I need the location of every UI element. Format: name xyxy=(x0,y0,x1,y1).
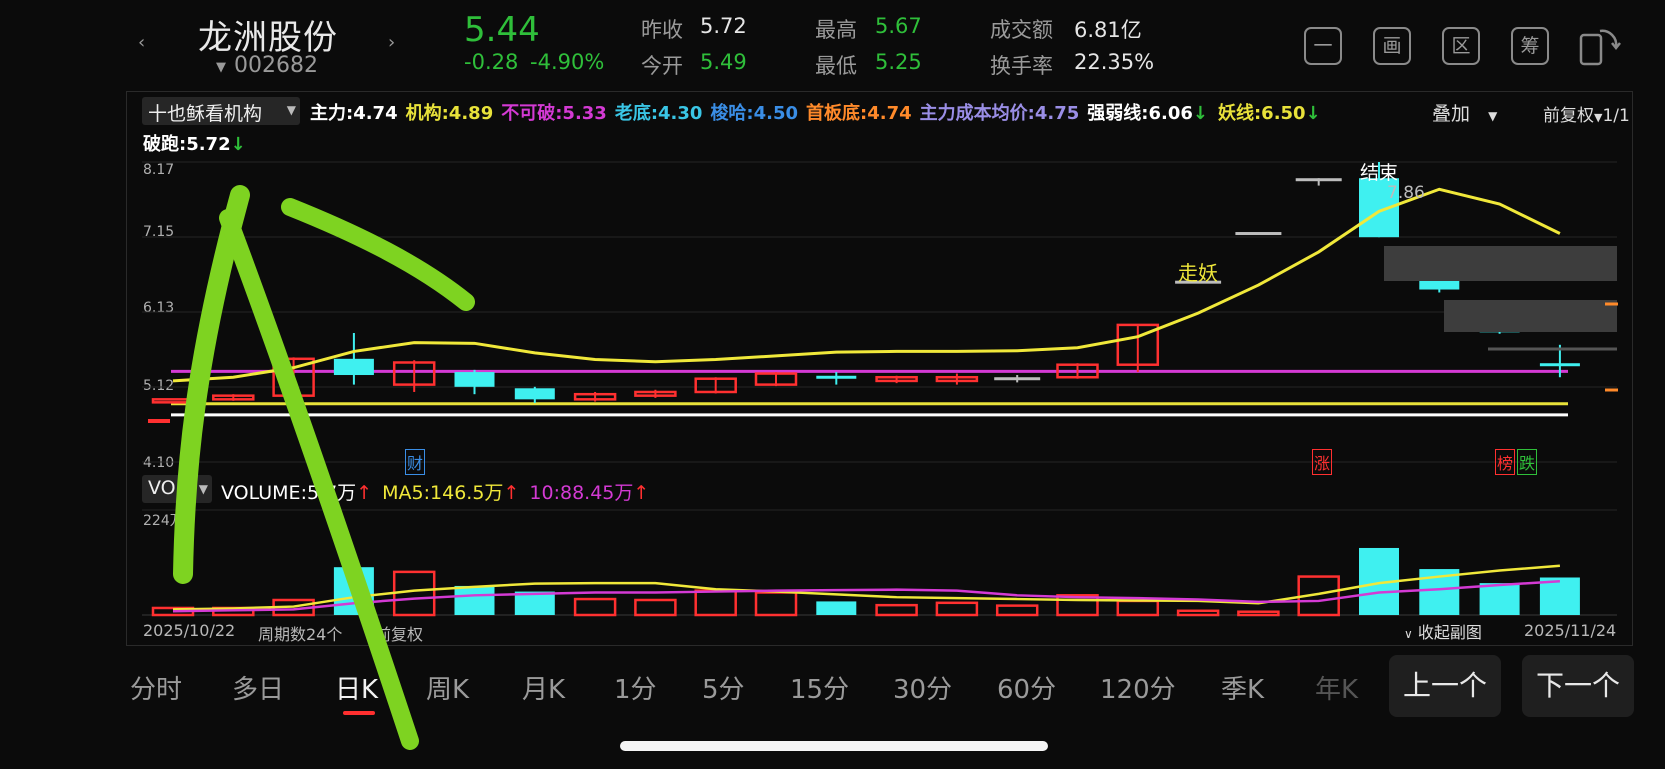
volume-indicator-selector[interactable]: VOL ▼ xyxy=(142,475,212,503)
tab-daily-k[interactable]: 日K xyxy=(335,669,378,706)
volume-selector-label: VOL xyxy=(148,477,187,499)
volume-bar xyxy=(875,603,918,617)
tab-60min[interactable]: 60分 xyxy=(997,669,1056,706)
high-value-label: 7.86 xyxy=(1387,183,1425,203)
tab-quarterly-k[interactable]: 季K xyxy=(1221,669,1264,706)
ma-line xyxy=(172,187,1561,383)
home-indicator[interactable] xyxy=(620,741,1048,751)
volume-bar xyxy=(333,567,374,615)
candle-body xyxy=(816,375,857,379)
tab-120min[interactable]: 120分 xyxy=(1100,669,1176,706)
volume-bar xyxy=(816,601,857,615)
kline-chart[interactable] xyxy=(0,0,1665,769)
volume-axis-unit: 万 xyxy=(169,513,184,529)
candle-body xyxy=(1295,178,1342,182)
volume-bar xyxy=(694,589,737,617)
tab-yearly-k[interactable]: 年K xyxy=(1315,669,1358,706)
dropdown-caret-icon: ▼ xyxy=(198,482,208,496)
tab-30min[interactable]: 30分 xyxy=(893,669,952,706)
finance-event-badge[interactable]: 财 xyxy=(405,449,426,475)
candle-body xyxy=(333,358,374,376)
tab-intraday[interactable]: 分时 xyxy=(130,669,182,706)
candle-body xyxy=(994,377,1041,381)
volume-bar xyxy=(1116,599,1160,617)
tab-15min[interactable]: 15分 xyxy=(790,669,849,706)
next-stock-button[interactable]: 下一个 xyxy=(1522,655,1634,717)
resistance-zone xyxy=(1444,300,1617,332)
volume-bar xyxy=(573,597,617,617)
prev-stock-button[interactable]: 上一个 xyxy=(1389,655,1501,717)
volume-values: VOLUME:5.7万↑ MA5:146.5万↑ 10:88.45万↑ xyxy=(221,478,649,505)
volume-bar xyxy=(995,604,1039,617)
end-date: 2025/11/24 xyxy=(1524,621,1617,640)
volume-value: 5.7万 xyxy=(306,482,357,504)
candle-body xyxy=(514,388,555,400)
candle-body xyxy=(454,372,495,387)
candle-body xyxy=(1539,363,1580,367)
adjust-mode: 前复权 xyxy=(375,625,424,644)
candle-body xyxy=(151,398,195,404)
end-label: 结束 xyxy=(1360,162,1399,184)
tab-monthly-k[interactable]: 月K xyxy=(522,669,565,706)
volume-bar xyxy=(935,601,979,617)
ma5-value: MA5:146.5万 xyxy=(382,482,504,504)
volume-bar xyxy=(392,570,436,617)
volume-axis-tick: 224万 xyxy=(143,510,184,530)
candle-body xyxy=(1235,232,1282,236)
volume-bar xyxy=(1479,583,1520,615)
ranking-badge[interactable]: 榜 xyxy=(1495,449,1516,475)
fall-badge[interactable]: 跌 xyxy=(1517,449,1538,475)
ma10-value: 10:88.45万 xyxy=(529,482,634,504)
volume-ma5-line xyxy=(172,564,1560,611)
volume-bar xyxy=(454,585,495,615)
up-arrow-icon: ↑ xyxy=(503,482,520,504)
volume-bar xyxy=(754,591,798,617)
demon-walk-label: 走妖 xyxy=(1178,261,1218,285)
volume-bar xyxy=(1237,610,1280,617)
active-tab-indicator xyxy=(343,711,375,715)
volume-axis-value: 224 xyxy=(143,513,170,529)
period-count: 周期数24个 xyxy=(258,625,343,644)
volume-label: VOLUME: xyxy=(221,482,307,504)
volume-bar xyxy=(1176,609,1220,617)
collapse-subchart-button[interactable]: ∨ 收起副图 xyxy=(1404,619,1482,643)
chevron-down-icon: ∨ xyxy=(1404,627,1413,641)
limit-up-badge[interactable]: 涨 xyxy=(1312,449,1333,475)
tab-5min[interactable]: 5分 xyxy=(702,669,745,706)
up-arrow-icon: ↑ xyxy=(356,482,373,504)
start-date: 2025/10/22 xyxy=(143,621,236,640)
resistance-zone xyxy=(1384,246,1617,281)
collapse-label: 收起副图 xyxy=(1417,623,1482,642)
volume-bar xyxy=(634,598,677,617)
up-arrow-icon: ↑ xyxy=(633,482,650,504)
tab-1min[interactable]: 1分 xyxy=(614,669,657,706)
tab-weekly-k[interactable]: 周K xyxy=(426,669,469,706)
tab-multi-day[interactable]: 多日 xyxy=(232,669,284,706)
